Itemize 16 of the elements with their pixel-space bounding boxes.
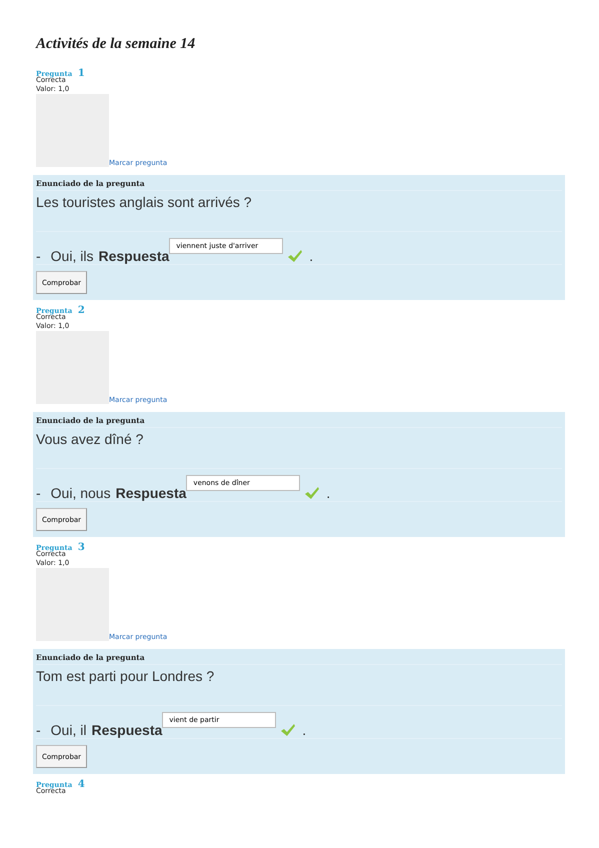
answer-suffix: . [309, 248, 314, 264]
answer-suffix: . [326, 485, 330, 501]
answer-label: Respuesta [91, 722, 162, 738]
dash-text: - [36, 722, 41, 738]
answer-suffix: . [302, 722, 306, 738]
question-text: Vous avez dîné ? [36, 428, 562, 469]
answer-prefix: Oui, ils [50, 248, 94, 264]
answer-label: Respuesta [98, 248, 170, 264]
answer-prefix: Oui, il [50, 722, 86, 738]
question-text: Les touristes anglais sont arrivés ? [36, 191, 562, 232]
page-title: Activités de la semaine 14 [36, 36, 196, 53]
dash-text: - [36, 485, 41, 501]
answer-label: Respuesta [116, 485, 186, 501]
answer-prefix: Oui, nous [50, 485, 111, 501]
question-text: Tom est parti pour Londres ? [36, 665, 562, 706]
dash-text: - [36, 248, 41, 264]
